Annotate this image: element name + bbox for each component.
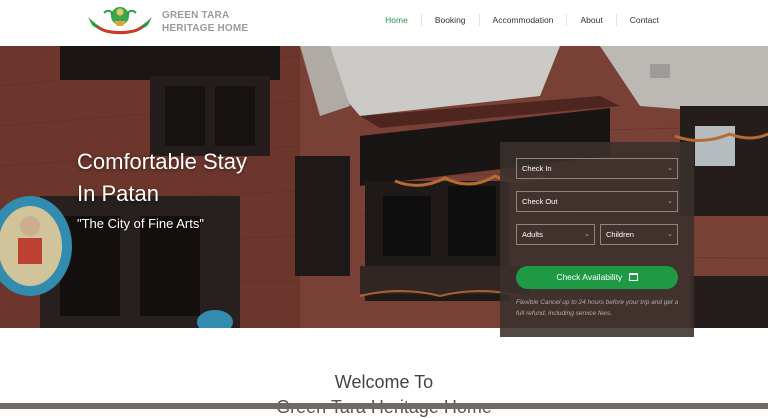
- nav-home[interactable]: Home: [372, 14, 421, 26]
- brand-line-2: HERITAGE HOME: [162, 23, 249, 34]
- hero-title: Comfortable Stay In Patan: [77, 146, 247, 210]
- nav-contact[interactable]: Contact: [615, 14, 672, 26]
- children-label: Children: [606, 230, 634, 239]
- chevron-down-icon: ⌄: [667, 198, 673, 205]
- brand[interactable]: GREEN TARA HERITAGE HOME: [84, 3, 248, 41]
- check-out-field[interactable]: Check Out ⌄: [516, 191, 678, 212]
- check-availability-button[interactable]: Check Availability: [516, 266, 678, 289]
- hero-subtitle: "The City of Fine Arts": [77, 216, 204, 231]
- chevron-down-icon: ⌄: [584, 231, 590, 238]
- hero-title-line-2: In Patan: [77, 181, 159, 206]
- adults-select[interactable]: Adults ⌄: [516, 224, 595, 245]
- hero-title-line-1: Comfortable Stay: [77, 149, 247, 174]
- children-select[interactable]: Children ⌄: [600, 224, 678, 245]
- check-in-field[interactable]: Check In ⌄: [516, 158, 678, 179]
- chevron-down-icon: ⌄: [667, 231, 673, 238]
- bottom-strip: [0, 403, 768, 409]
- main-nav: Home Booking Accommodation About Contact: [372, 0, 672, 40]
- cancellation-note: Flexible Cancel up to 24 hours before yo…: [516, 299, 679, 317]
- check-out-label: Check Out: [522, 197, 558, 206]
- site-header: GREEN TARA HERITAGE HOME Home Booking Ac…: [0, 0, 768, 46]
- calendar-icon: [628, 273, 638, 281]
- nav-booking[interactable]: Booking: [420, 14, 479, 26]
- logo-icon: [88, 7, 152, 35]
- nav-about[interactable]: About: [566, 14, 615, 26]
- brand-name: GREEN TARA HERITAGE HOME: [162, 9, 248, 35]
- booking-panel: Check In ⌄ Check Out ⌄ Adults ⌄ Children…: [500, 142, 694, 337]
- check-in-label: Check In: [522, 164, 552, 173]
- chevron-down-icon: ⌄: [667, 165, 673, 172]
- welcome-heading: Welcome To: [334, 372, 434, 392]
- brand-line-1: GREEN TARA: [162, 10, 230, 21]
- nav-accommodation[interactable]: Accommodation: [478, 14, 567, 26]
- adults-label: Adults: [522, 230, 543, 239]
- check-availability-label: Check Availability: [556, 272, 623, 282]
